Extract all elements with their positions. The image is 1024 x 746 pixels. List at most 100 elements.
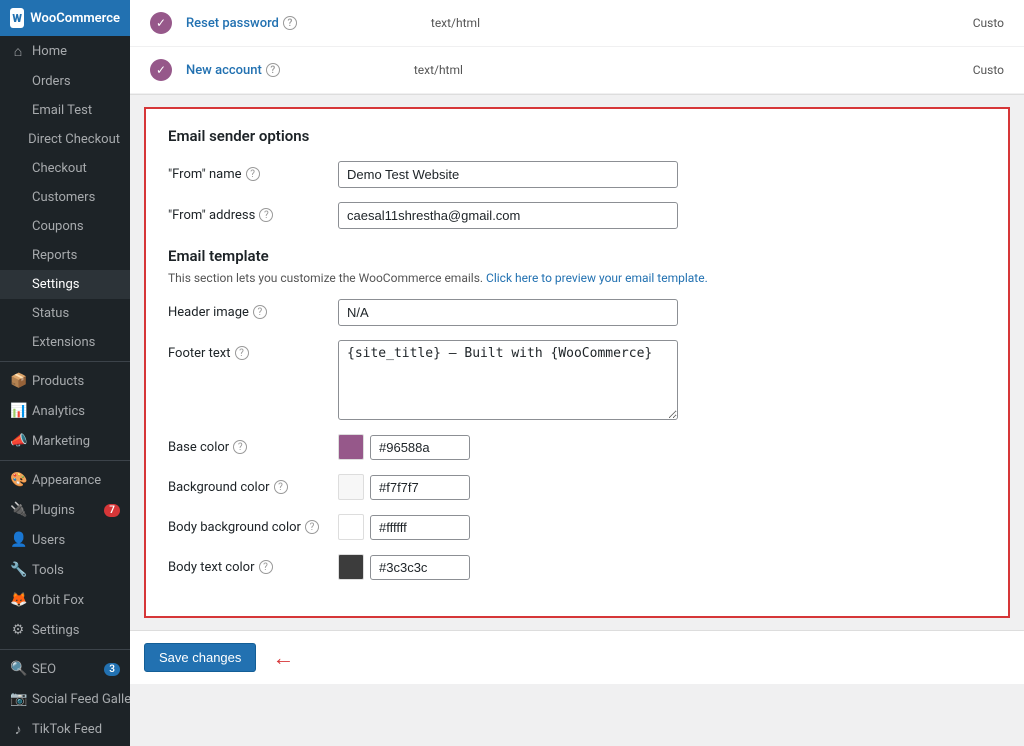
sidebar-label-analytics: Analytics: [32, 404, 85, 419]
email-row-reset-password: ✓ Reset password ? text/html Custo: [130, 0, 1024, 47]
appearance-icon: 🎨: [10, 472, 26, 488]
sidebar-item-checkout[interactable]: Checkout: [0, 154, 130, 183]
base-color-label: Base color ?: [168, 434, 328, 455]
new-account-name[interactable]: New account ?: [186, 63, 280, 78]
bg-color-label: Background color ?: [168, 474, 328, 495]
new-account-help-icon[interactable]: ?: [266, 63, 280, 77]
preview-template-link[interactable]: Click here to preview your email templat…: [486, 271, 708, 285]
body-text-color-help-icon[interactable]: ?: [259, 560, 273, 574]
bg-color-help-icon[interactable]: ?: [274, 480, 288, 494]
sidebar: W WooCommerce ⌂ Home Orders Email Test D…: [0, 0, 130, 746]
sidebar-item-extensions[interactable]: Extensions: [0, 328, 130, 357]
sidebar-item-products[interactable]: 📦 Products: [0, 366, 130, 396]
tiktok-icon: ♪: [10, 721, 26, 738]
sidebar-item-status[interactable]: Status: [0, 299, 130, 328]
sidebar-item-settings2[interactable]: ⚙ Settings: [0, 615, 130, 645]
sidebar-label-plugins: Plugins: [32, 503, 75, 518]
save-changes-button[interactable]: Save changes: [144, 643, 256, 672]
sidebar-item-orbit-fox[interactable]: 🦊 Orbit Fox: [0, 585, 130, 615]
body-text-color-swatch[interactable]: [338, 554, 364, 580]
sidebar-label-email-test: Email Test: [32, 103, 92, 118]
sidebar-item-customers[interactable]: Customers: [0, 183, 130, 212]
sidebar-item-analytics[interactable]: 📊 Analytics: [0, 396, 130, 426]
users-icon: 👤: [10, 532, 26, 548]
sidebar-item-home[interactable]: ⌂ Home: [0, 36, 130, 67]
from-address-label: "From" address ?: [168, 202, 328, 223]
body-bg-color-swatch[interactable]: [338, 514, 364, 540]
body-bg-color-help-icon[interactable]: ?: [305, 520, 319, 534]
sidebar-label-appearance: Appearance: [32, 473, 101, 488]
sidebar-label-home: Home: [32, 44, 67, 59]
sidebar-item-marketing[interactable]: 📣 Marketing: [0, 426, 130, 456]
footer-text-help-icon[interactable]: ?: [235, 346, 249, 360]
from-name-row: "From" name ?: [168, 161, 986, 188]
seo-icon: 🔍: [10, 661, 26, 677]
sidebar-label-orders: Orders: [32, 74, 71, 89]
sidebar-label-social-feed: Social Feed Gallery: [32, 692, 130, 707]
divider-3: [0, 649, 130, 650]
from-name-input[interactable]: [338, 161, 678, 188]
tools-icon: 🔧: [10, 562, 26, 578]
base-color-swatch[interactable]: [338, 434, 364, 460]
base-color-field[interactable]: [370, 435, 470, 460]
body-text-color-field[interactable]: [370, 555, 470, 580]
social-feed-icon: 📷: [10, 691, 26, 707]
sidebar-brand: WooCommerce: [30, 11, 120, 26]
from-name-label: "From" name ?: [168, 161, 328, 182]
footer-text-label: Footer text ?: [168, 340, 328, 361]
sidebar-header[interactable]: W WooCommerce: [0, 0, 130, 36]
body-bg-color-row: Body background color ?: [168, 514, 986, 540]
check-icon-reset: ✓: [150, 12, 172, 34]
bg-color-input-group: [338, 474, 470, 500]
base-color-row: Base color ?: [168, 434, 986, 460]
sidebar-label-coupons: Coupons: [32, 219, 84, 234]
from-name-help-icon[interactable]: ?: [246, 167, 260, 181]
reset-password-name[interactable]: Reset password ?: [186, 16, 297, 31]
body-bg-color-field[interactable]: [370, 515, 470, 540]
sidebar-item-coupons[interactable]: Coupons: [0, 212, 130, 241]
sidebar-item-social-feed[interactable]: 📷 Social Feed Gallery: [0, 684, 130, 714]
footer-text-textarea[interactable]: {site_title} — Built with {WooCommerce}: [338, 340, 678, 420]
sidebar-item-appearance[interactable]: 🎨 Appearance: [0, 465, 130, 495]
divider-1: [0, 361, 130, 362]
woocommerce-logo: W: [10, 8, 24, 28]
sidebar-label-direct-checkout: Direct Checkout: [28, 132, 120, 147]
bg-color-swatch[interactable]: [338, 474, 364, 500]
sidebar-label-settings: Settings: [32, 277, 79, 292]
sidebar-item-orders[interactable]: Orders: [0, 67, 130, 96]
reset-password-extra: Custo: [973, 16, 1004, 30]
sidebar-label-reports: Reports: [32, 248, 77, 263]
sidebar-item-plugins[interactable]: 🔌 Plugins 7: [0, 495, 130, 525]
sidebar-label-seo: SEO: [32, 662, 56, 677]
options-box-title: Email sender options: [168, 127, 986, 145]
sidebar-item-users[interactable]: 👤 Users: [0, 525, 130, 555]
check-icon-new-account: ✓: [150, 59, 172, 81]
marketing-icon: 📣: [10, 433, 26, 449]
sidebar-item-tools[interactable]: 🔧 Tools: [0, 555, 130, 585]
sidebar-item-direct-checkout[interactable]: Direct Checkout: [0, 125, 130, 154]
base-color-input-group: [338, 434, 470, 460]
sidebar-item-tiktok[interactable]: ♪ TikTok Feed: [0, 714, 130, 745]
header-image-label: Header image ?: [168, 299, 328, 320]
sidebar-item-reports[interactable]: Reports: [0, 241, 130, 270]
analytics-icon: 📊: [10, 403, 26, 419]
email-sender-options-box: Email sender options "From" name ? "From…: [144, 107, 1010, 618]
sidebar-item-email-test[interactable]: Email Test: [0, 96, 130, 125]
sidebar-item-settings[interactable]: Settings: [0, 270, 130, 299]
email-rows-section: ✓ Reset password ? text/html Custo ✓ New…: [130, 0, 1024, 95]
sidebar-label-tiktok: TikTok Feed: [32, 722, 102, 737]
reset-password-help-icon[interactable]: ?: [283, 16, 297, 30]
email-row-new-account: ✓ New account ? text/html Custo: [130, 47, 1024, 94]
sidebar-item-seo[interactable]: 🔍 SEO 3: [0, 654, 130, 684]
base-color-help-icon[interactable]: ?: [233, 440, 247, 454]
divider-2: [0, 460, 130, 461]
sidebar-label-orbit-fox: Orbit Fox: [32, 593, 84, 608]
from-address-input[interactable]: [338, 202, 678, 229]
header-image-input[interactable]: [338, 299, 678, 326]
header-image-help-icon[interactable]: ?: [253, 305, 267, 319]
arrow-left-icon: ←: [272, 645, 294, 671]
bg-color-field[interactable]: [370, 475, 470, 500]
from-address-help-icon[interactable]: ?: [259, 208, 273, 222]
sidebar-label-products: Products: [32, 374, 84, 389]
header-image-row: Header image ?: [168, 299, 986, 326]
